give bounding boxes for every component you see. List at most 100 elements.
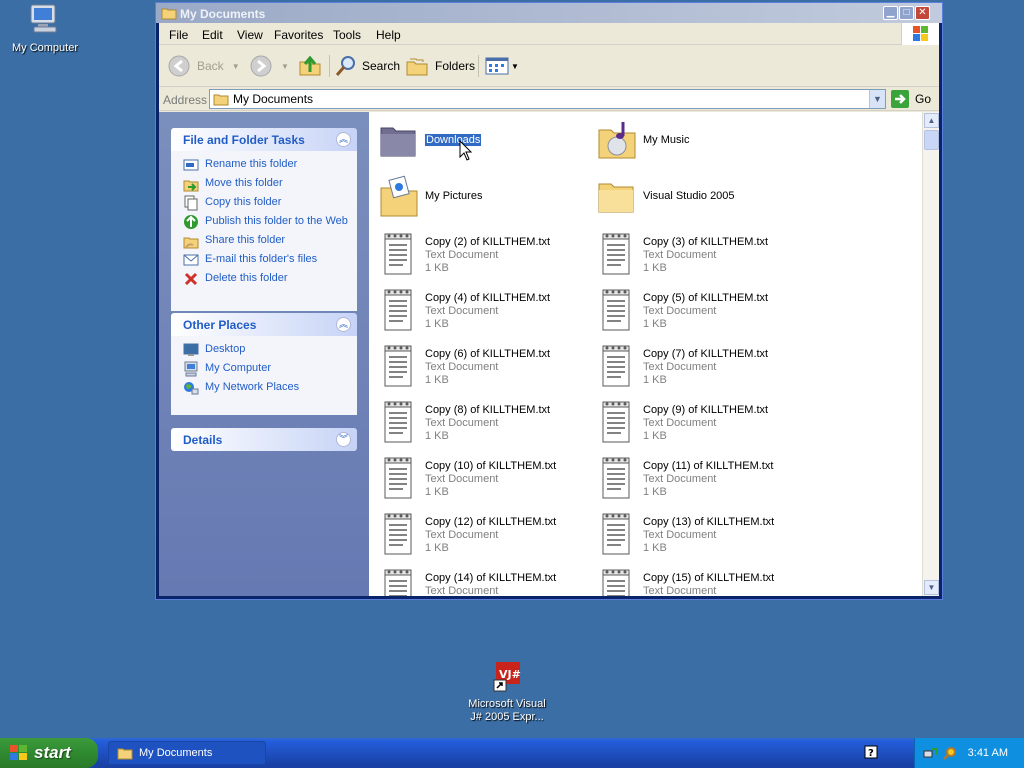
share-folder-icon (183, 237, 199, 249)
menu-tools[interactable]: Tools (333, 28, 361, 42)
taskbar-button-my-documents[interactable]: My Documents (108, 741, 266, 765)
file-size: 1 KB (643, 262, 667, 274)
folder-item-my-pictures[interactable]: My Pictures (377, 174, 587, 224)
collapse-icon[interactable]: ︽ (336, 132, 351, 147)
desktop-icon-label: Microsoft Visual J# 2005 Expr... (468, 698, 546, 723)
scroll-up-button[interactable]: ▲ (924, 113, 939, 128)
up-folder-button[interactable] (298, 53, 322, 79)
file-item-text-document[interactable]: Copy (4) of KILLTHEM.txt Text Document 1 K… (377, 286, 587, 336)
search-tray-icon[interactable] (942, 745, 958, 761)
back-button[interactable]: Back ▼ (167, 53, 240, 79)
scroll-down-button[interactable]: ▼ (924, 580, 939, 595)
scroll-thumb[interactable] (924, 130, 939, 150)
file-item-text-document[interactable]: Copy (9) of KILLTHEM.txt Text Document 1 K… (595, 398, 805, 448)
folder-item-downloads[interactable]: Downloads (377, 118, 587, 168)
up-folder-icon (299, 55, 321, 76)
task-move-folder[interactable]: Move this folder (171, 174, 357, 193)
menu-help[interactable]: Help (376, 28, 401, 42)
file-item-text-document[interactable]: Copy (6) of KILLTHEM.txt Text Document 1 K… (377, 342, 587, 392)
file-item-text-document[interactable]: Copy (2) of KILLTHEM.txt Text Document 1 K… (377, 230, 587, 280)
chevron-down-icon[interactable]: ▼ (281, 62, 289, 71)
menu-file[interactable]: File (169, 28, 188, 42)
address-dropdown-button[interactable]: ▼ (869, 90, 885, 108)
task-delete-folder[interactable]: Delete this folder (171, 269, 357, 288)
file-item-text-document[interactable]: Copy (15) of KILLTHEM.txtText Document1 … (595, 566, 805, 596)
file-item-text-document[interactable]: Copy (10) of KILLTHEM.txt Text Document 1 … (377, 454, 587, 504)
forward-button[interactable]: ▼ (249, 53, 289, 79)
desktop-icon-my-computer[interactable]: My Computer (0, 2, 90, 55)
file-item-text-document[interactable]: Copy (7) of KILLTHEM.txt Text Document 1 K… (595, 342, 805, 392)
task-copy-folder[interactable]: Copy this folder (171, 193, 357, 212)
file-item-text-document[interactable]: Copy (3) of KILLTHEM.txt Text Document 1 K… (595, 230, 805, 280)
network-tray-icon[interactable] (923, 745, 939, 761)
close-button[interactable]: ✕ (915, 6, 930, 20)
expand-icon[interactable]: ︾ (336, 432, 351, 447)
text-document-icon (384, 513, 412, 555)
file-item-text-document[interactable]: Copy (11) of KILLTHEM.txt Text Document 1 … (595, 454, 805, 504)
file-item-text-document[interactable]: Copy (13) of KILLTHEM.txt Text Document 1 … (595, 510, 805, 560)
menu-edit[interactable]: Edit (202, 28, 223, 42)
folder-item-my-music[interactable]: My Music (595, 118, 805, 168)
folders-label: Folders (435, 59, 476, 73)
move-folder-icon (183, 180, 199, 192)
menu-favorites[interactable]: Favorites (274, 28, 323, 42)
task-rename-folder[interactable]: Rename this folder (171, 155, 357, 174)
svg-text:VJ#: VJ# (499, 668, 521, 681)
desktop-icon-visual-jsharp[interactable]: VJ# Microsoft Visual J# 2005 Expr... (462, 660, 552, 724)
search-button[interactable]: Search (334, 53, 400, 79)
file-name: Copy (5) of KILLTHEM.txt (643, 292, 769, 304)
file-type: Text Document (425, 305, 499, 317)
toolbar: Back ▼ ▼ Search Folders ▼ (159, 45, 939, 87)
address-input[interactable]: My Documents ▼ (209, 89, 886, 109)
file-name: Copy (15) of KILLTHEM.txt (643, 572, 775, 584)
chevron-down-icon[interactable]: ▼ (232, 62, 240, 71)
go-button[interactable]: Go (891, 90, 931, 108)
folder-icon (161, 8, 177, 20)
file-name: Copy (3) of KILLTHEM.txt (643, 236, 769, 248)
maximize-button[interactable]: □ (899, 6, 914, 20)
publish-web-icon (184, 215, 198, 229)
collapse-icon[interactable]: ︽ (336, 317, 351, 332)
file-size: 1 KB (425, 486, 449, 498)
panel-header[interactable]: Other Places ︽ (171, 313, 357, 336)
place-desktop[interactable]: Desktop (171, 340, 357, 359)
file-name: Copy (11) of KILLTHEM.txt (643, 460, 774, 472)
visual-jsharp-icon: VJ# (493, 662, 521, 692)
desktop-icon-label: My Computer (11, 42, 79, 54)
help-icon[interactable]: ? (864, 745, 878, 761)
place-label: Desktop (205, 343, 246, 355)
system-tray: 3:41 AM (914, 738, 1024, 768)
file-type: Text Document (643, 249, 717, 261)
text-document-icon (602, 289, 630, 331)
my-computer-icon (30, 4, 57, 33)
file-item-text-document[interactable]: Copy (12) of KILLTHEM.txt Text Document 1 … (377, 510, 587, 560)
text-document-icon (602, 513, 630, 555)
panel-body: Rename this folder Move this folder Copy… (171, 151, 357, 311)
minimize-button[interactable]: ▁ (883, 6, 898, 20)
start-button[interactable]: start (0, 738, 98, 768)
file-size: 1 KB (425, 430, 449, 442)
place-my-computer[interactable]: My Computer (171, 359, 357, 378)
task-email-files[interactable]: E-mail this folder's files (171, 250, 357, 269)
task-share-folder[interactable]: Share this folder (171, 231, 357, 250)
chevron-down-icon[interactable]: ▼ (511, 62, 519, 71)
file-item-text-document[interactable]: Copy (14) of KILLTHEM.txtText Document1 … (377, 566, 587, 596)
place-my-network-places[interactable]: My Network Places (171, 378, 357, 397)
panel-header[interactable]: Details ︾ (171, 428, 357, 451)
window-client: File Edit View Favorites Tools Help Back… (159, 23, 939, 596)
folders-button[interactable]: Folders (405, 53, 475, 79)
text-document-icon (384, 289, 412, 331)
folder-item-visual-studio-2005[interactable]: Visual Studio 2005 (595, 174, 805, 224)
vertical-scrollbar[interactable]: ▲ ▼ (922, 112, 939, 596)
file-size: 1 KB (643, 542, 667, 554)
folders-icon (406, 58, 428, 76)
menu-view[interactable]: View (237, 28, 263, 42)
file-size: 1 KB (643, 430, 667, 442)
file-item-text-document[interactable]: Copy (5) of KILLTHEM.txt Text Document 1 K… (595, 286, 805, 336)
panel-header[interactable]: File and Folder Tasks ︽ (171, 128, 357, 151)
views-button[interactable]: ▼ (485, 53, 519, 79)
title-bar[interactable]: My Documents ▁ □ ✕ (156, 3, 942, 23)
file-item-text-document[interactable]: Copy (8) of KILLTHEM.txt Text Document 1 K… (377, 398, 587, 448)
desktop-icon (183, 343, 199, 356)
task-publish-folder[interactable]: Publish this folder to the Web (171, 212, 357, 231)
